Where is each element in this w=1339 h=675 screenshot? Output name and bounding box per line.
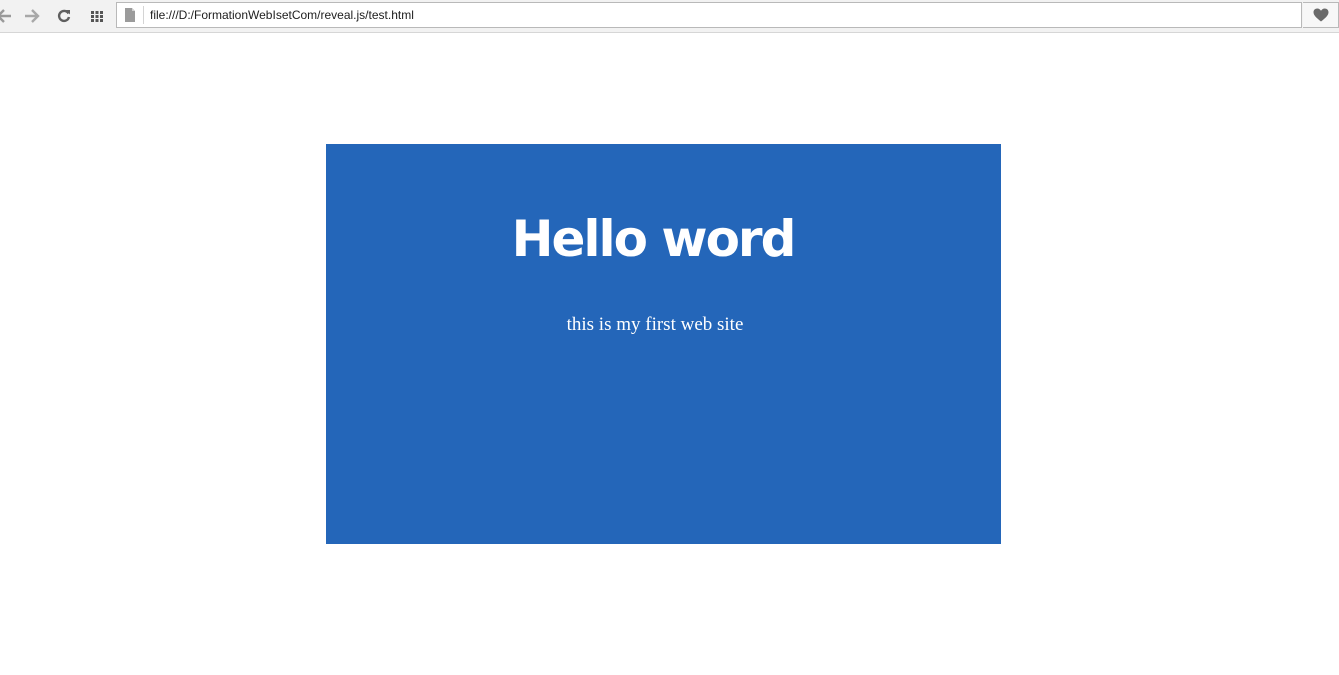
slide-title: Hello word bbox=[511, 210, 797, 268]
reload-button[interactable] bbox=[53, 5, 75, 27]
address-divider bbox=[143, 6, 144, 24]
reload-icon bbox=[57, 9, 71, 23]
heart-icon bbox=[1313, 8, 1328, 22]
slide-subtitle: this is my first web site bbox=[566, 314, 744, 335]
file-icon bbox=[125, 8, 135, 22]
grid-icon bbox=[91, 10, 103, 22]
back-button[interactable] bbox=[0, 5, 15, 27]
forward-button[interactable] bbox=[21, 5, 43, 27]
apps-button[interactable] bbox=[86, 5, 108, 27]
slide-background bbox=[326, 144, 1001, 544]
browser-toolbar: file:///D:/FormationWebIsetCom/reveal.js… bbox=[0, 0, 1339, 33]
arrow-left-icon bbox=[0, 9, 11, 23]
arrow-right-icon bbox=[25, 9, 40, 23]
url-text[interactable]: file:///D:/FormationWebIsetCom/reveal.js… bbox=[150, 3, 414, 27]
favorite-button[interactable] bbox=[1303, 2, 1339, 28]
address-bar[interactable]: file:///D:/FormationWebIsetCom/reveal.js… bbox=[116, 2, 1302, 28]
